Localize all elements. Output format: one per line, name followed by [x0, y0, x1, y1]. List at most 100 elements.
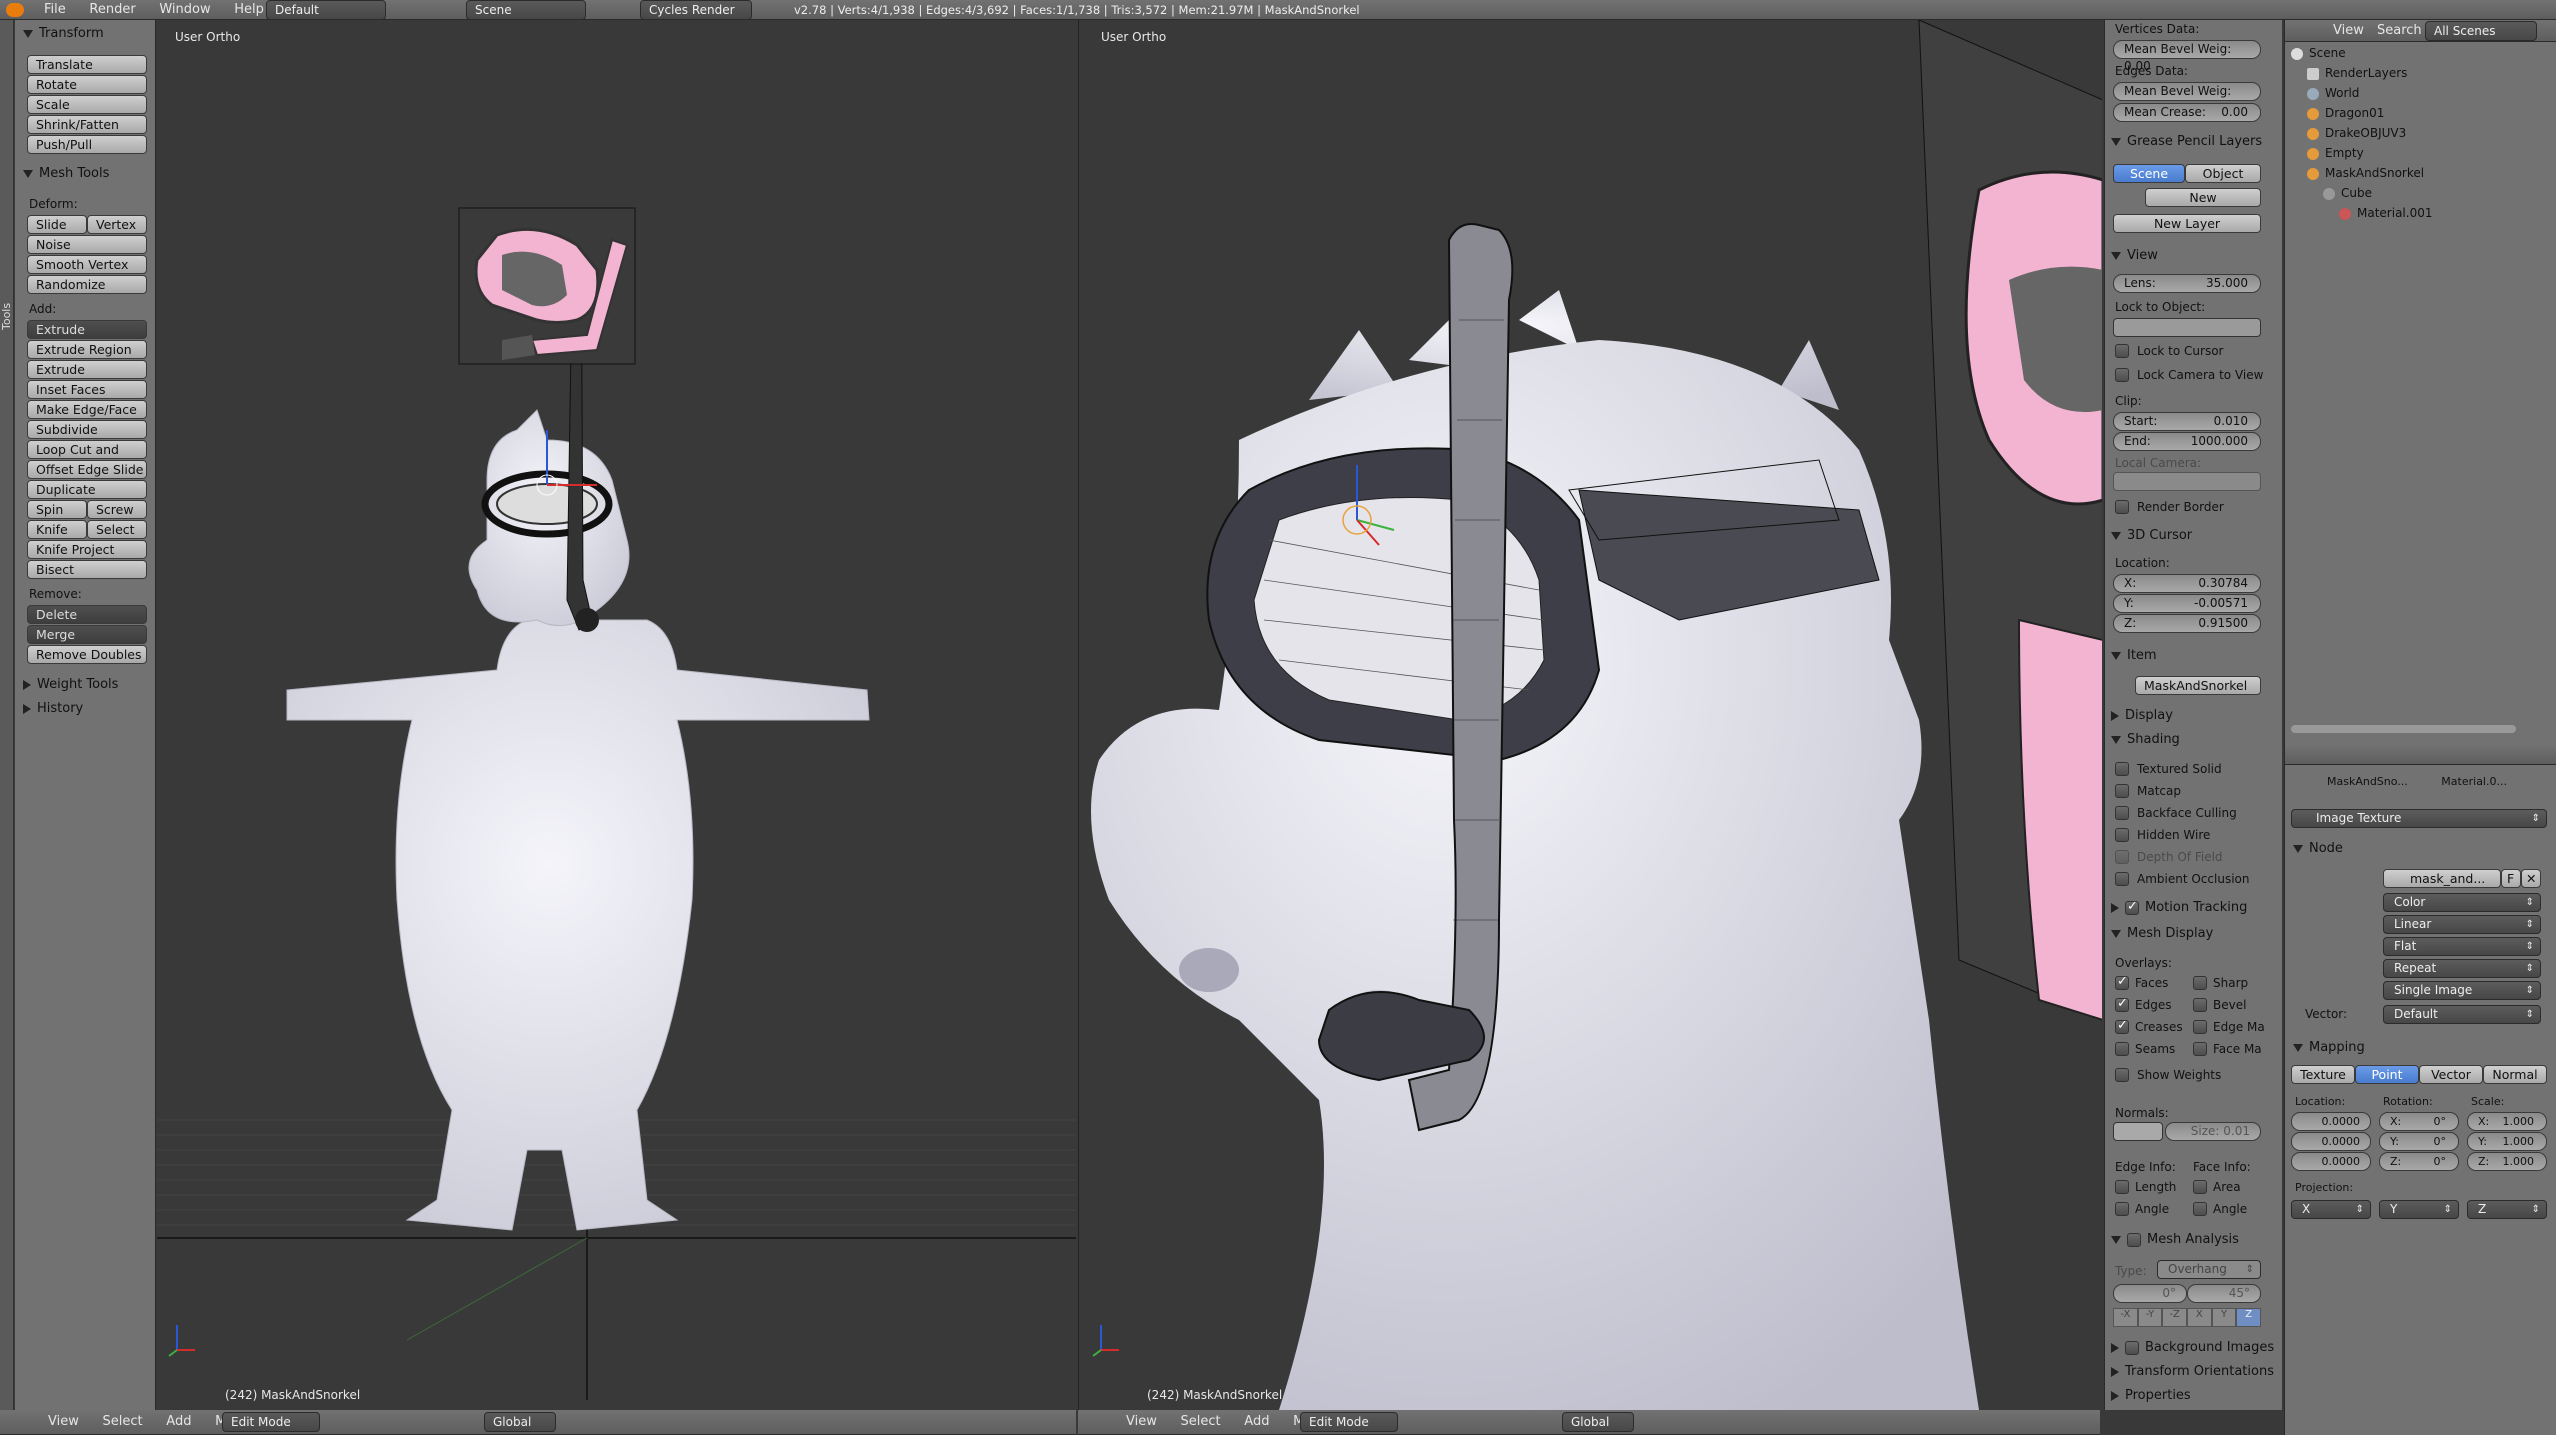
- map-loc-x[interactable]: 0.0000: [2291, 1112, 2371, 1131]
- outliner-item-cube[interactable]: Cube: [2323, 186, 2372, 200]
- proj-z-select[interactable]: Z: [2467, 1200, 2547, 1219]
- tab-tools[interactable]: Tools: [0, 303, 13, 330]
- left-menu-view[interactable]: View: [48, 1414, 79, 1429]
- grease-scene-button[interactable]: Scene: [2113, 164, 2185, 183]
- map-vector-tab[interactable]: Vector: [2419, 1065, 2483, 1084]
- map-normal-tab[interactable]: Normal: [2483, 1065, 2547, 1084]
- right-menu-view[interactable]: View: [1126, 1414, 1157, 1429]
- map-scale-z[interactable]: Z: 1.000: [2467, 1152, 2547, 1171]
- normals-size-field[interactable]: Size: 0.01: [2165, 1122, 2261, 1141]
- lock-camera-checkbox[interactable]: [2115, 368, 2129, 382]
- edges-checkbox[interactable]: [2115, 996, 2129, 1012]
- clip-start-field[interactable]: Start: 0.010: [2113, 412, 2261, 431]
- screen-layout-field[interactable]: Default: [266, 0, 386, 20]
- local-camera-field[interactable]: [2113, 472, 2261, 491]
- push-pull-button[interactable]: Push/Pull: [27, 135, 147, 154]
- screw-button[interactable]: Screw: [87, 500, 147, 519]
- source-select[interactable]: Single Image: [2383, 981, 2541, 1000]
- left-orientation-select[interactable]: Global: [484, 1412, 556, 1432]
- right-menu-add[interactable]: Add: [1244, 1414, 1269, 1429]
- duplicate-button[interactable]: Duplicate: [27, 480, 147, 499]
- cursor-z-field[interactable]: Z: 0.91500: [2113, 614, 2261, 633]
- vector-select[interactable]: Default: [2383, 1005, 2541, 1024]
- map-loc-z[interactable]: 0.0000: [2291, 1152, 2371, 1171]
- axis-z-button[interactable]: Z: [2236, 1308, 2262, 1327]
- map-scale-y[interactable]: Y: 1.000: [2467, 1132, 2547, 1151]
- edge-angle-checkbox[interactable]: [2115, 1202, 2129, 1216]
- map-rot-x[interactable]: X: 0°: [2379, 1112, 2459, 1131]
- item-name-field[interactable]: MaskAndSnorkel: [2135, 676, 2261, 695]
- outliner-item-material001[interactable]: Material.001: [2339, 206, 2432, 220]
- lens-field[interactable]: Lens: 35.000: [2113, 274, 2261, 293]
- rotate-button[interactable]: Rotate: [27, 75, 147, 94]
- noise-button[interactable]: Noise: [27, 235, 147, 254]
- image-name-field[interactable]: mask_and...: [2383, 869, 2501, 888]
- lock-to-cursor-checkbox[interactable]: [2115, 344, 2129, 358]
- clip-end-field[interactable]: End: 1000.000: [2113, 432, 2261, 451]
- mean-bevel-weight-edge[interactable]: Mean Bevel Weig: 0.00: [2113, 82, 2261, 115]
- analysis-max-field[interactable]: 45°: [2187, 1284, 2261, 1303]
- length-checkbox[interactable]: [2115, 1180, 2129, 1194]
- depth-of-field-checkbox[interactable]: [2115, 850, 2129, 864]
- axis-neg-x-button[interactable]: -X: [2113, 1308, 2138, 1327]
- delete-dropdown[interactable]: Delete: [27, 605, 147, 624]
- menu-help[interactable]: Help: [234, 2, 264, 17]
- right-mode-select[interactable]: Edit Mode: [1300, 1412, 1398, 1432]
- smooth-vertex-button[interactable]: Smooth Vertex: [27, 255, 147, 274]
- faces-checkbox[interactable]: [2115, 974, 2129, 990]
- outliner-item-dragon01[interactable]: Dragon01: [2307, 106, 2384, 120]
- merge-dropdown[interactable]: Merge: [27, 625, 147, 644]
- map-loc-y[interactable]: 0.0000: [2291, 1132, 2371, 1151]
- mean-crease-field[interactable]: Mean Crease: 0.00: [2113, 103, 2261, 122]
- cursor-x-field[interactable]: X: 0.30784: [2113, 574, 2261, 593]
- map-rot-y[interactable]: Y: 0°: [2379, 1132, 2459, 1151]
- viewport-left[interactable]: User Ortho (242) MaskAndSnorkel: [157, 20, 1076, 1410]
- left-menu-add[interactable]: Add: [166, 1414, 191, 1429]
- make-edge-face-button[interactable]: Make Edge/Face: [27, 400, 147, 419]
- area-checkbox[interactable]: [2193, 1180, 2207, 1194]
- shrink-fatten-button[interactable]: Shrink/Fatten: [27, 115, 147, 134]
- creases-checkbox[interactable]: [2115, 1018, 2129, 1034]
- grease-new-button[interactable]: New: [2145, 188, 2261, 207]
- menu-window[interactable]: Window: [159, 2, 210, 17]
- scene-field[interactable]: Scene: [466, 0, 586, 20]
- outliner-filter-select[interactable]: All Scenes: [2425, 21, 2537, 41]
- proj-y-select[interactable]: Y: [2379, 1200, 2459, 1219]
- extrude-dropdown[interactable]: Extrude: [27, 320, 147, 339]
- lock-object-field[interactable]: [2113, 318, 2261, 337]
- outliner-menu-search[interactable]: Search: [2377, 23, 2422, 38]
- outliner-item-drakeobjuv3[interactable]: DrakeOBJUV3: [2307, 126, 2406, 140]
- axis-y-button[interactable]: Y: [2211, 1308, 2237, 1327]
- extrude-individual-button[interactable]: Extrude Individual: [27, 360, 147, 394]
- translate-button[interactable]: Translate: [27, 55, 147, 74]
- axis-x-button[interactable]: X: [2187, 1308, 2212, 1327]
- analysis-type-select[interactable]: Overhang: [2157, 1260, 2261, 1279]
- grease-object-button[interactable]: Object: [2185, 164, 2261, 183]
- new-layer-button[interactable]: New Layer: [2113, 214, 2261, 233]
- outliner-item-world[interactable]: World: [2307, 86, 2359, 100]
- mean-bevel-weight-vertex[interactable]: Mean Bevel Weig: 0.00: [2113, 40, 2261, 73]
- render-border-checkbox[interactable]: [2115, 500, 2129, 514]
- cursor-y-field[interactable]: Y: -0.00571: [2113, 594, 2261, 613]
- map-point-tab[interactable]: Point: [2355, 1065, 2419, 1084]
- breadcrumb-object[interactable]: MaskAndSno...: [2327, 775, 2408, 788]
- textured-solid-checkbox[interactable]: [2115, 762, 2129, 776]
- face-angle-checkbox[interactable]: [2193, 1202, 2207, 1216]
- color-space-select[interactable]: Color: [2383, 893, 2541, 912]
- outliner-menu-view[interactable]: View: [2333, 23, 2364, 38]
- knife-project-button[interactable]: Knife Project: [27, 540, 147, 559]
- unlink-image-button[interactable]: ✕: [2521, 869, 2541, 888]
- menu-file[interactable]: File: [44, 2, 66, 17]
- face-marks-checkbox[interactable]: [2193, 1042, 2207, 1056]
- map-texture-tab[interactable]: Texture: [2291, 1065, 2355, 1084]
- outliner-item-renderlayers[interactable]: RenderLayers: [2307, 66, 2407, 80]
- slide-edge-button[interactable]: Slide Edge: [27, 215, 87, 249]
- seams-checkbox[interactable]: [2115, 1042, 2129, 1056]
- spin-button[interactable]: Spin: [27, 500, 87, 519]
- knife-button[interactable]: Knife: [27, 520, 87, 539]
- right-orientation-select[interactable]: Global: [1562, 1412, 1634, 1432]
- extension-select[interactable]: Repeat: [2383, 959, 2541, 978]
- sharp-checkbox[interactable]: [2193, 976, 2207, 990]
- randomize-button[interactable]: Randomize: [27, 275, 147, 294]
- right-menu-select[interactable]: Select: [1181, 1414, 1221, 1429]
